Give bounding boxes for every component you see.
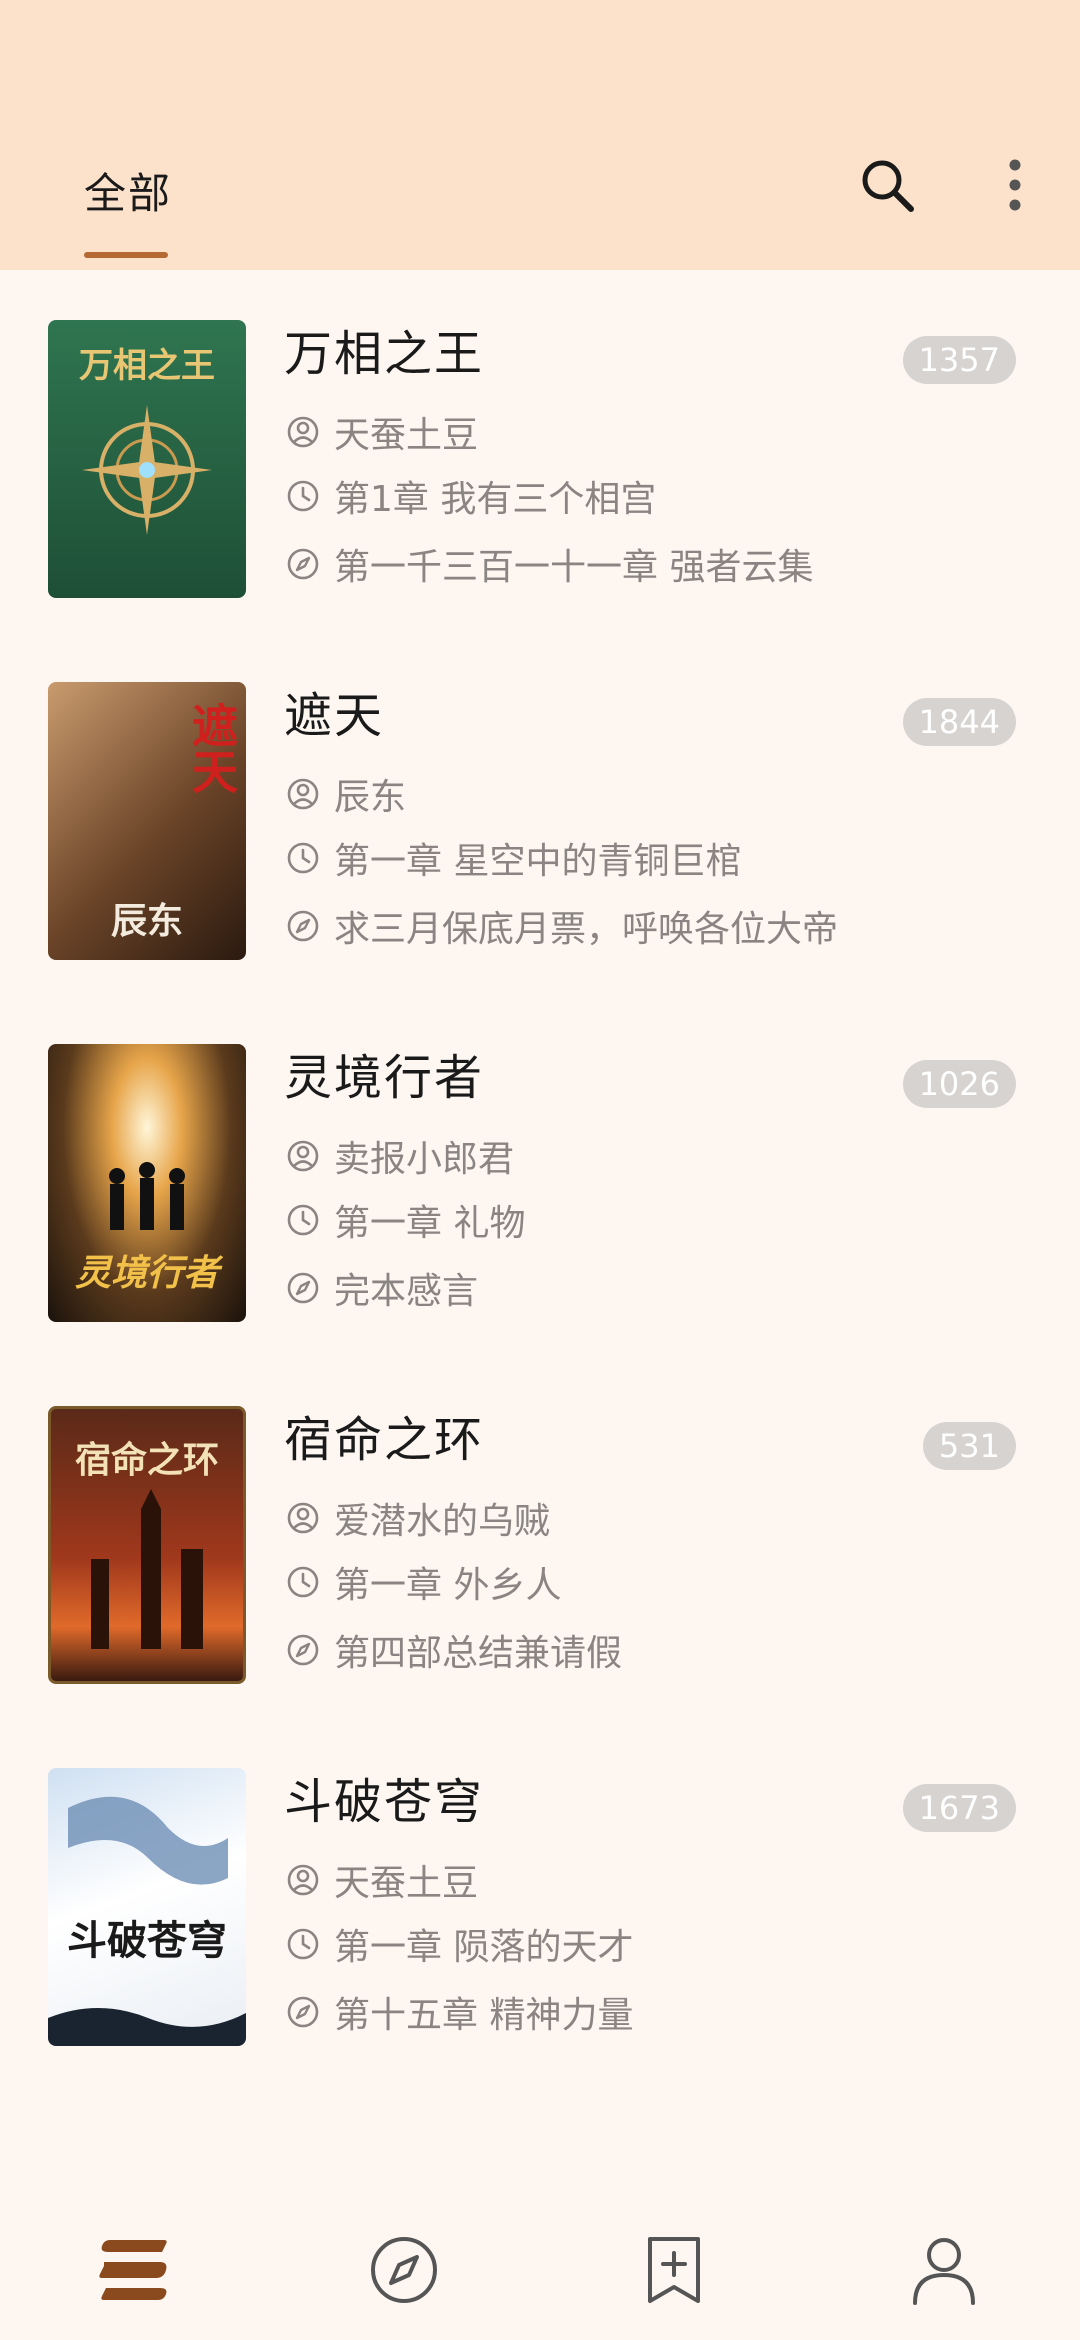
bottom-navigation [0, 2190, 1080, 2340]
latest-chapter: 求三月保底月票，呼唤各位大帝 [286, 900, 838, 952]
author-icon [287, 1140, 319, 1172]
author-name: 辰东 [334, 777, 407, 818]
compass-small-icon [287, 910, 319, 942]
unread-count-badge: 1357 [902, 336, 1016, 384]
latest-chapter-text: 第十五章 精神力量 [334, 1995, 634, 2036]
clock-icon [287, 842, 319, 874]
compass-small-icon [287, 548, 319, 580]
author-icon [287, 1502, 319, 1534]
compass-small-icon [287, 1634, 319, 1666]
tab-all[interactable]: 全部 [84, 160, 172, 221]
nav-bookshelf[interactable] [94, 2230, 174, 2310]
book-item-lingjingxingzhe[interactable]: 灵境行者 灵境行者 1026 卖报小郎君 第一章 礼物 完本感言 [0, 994, 1080, 1354]
bookmark-add-icon [648, 2237, 700, 2303]
last-read-chapter: 第一章 外乡人 [286, 1556, 561, 1608]
author-name: 天蚕土豆 [334, 1863, 479, 1904]
author-name: 天蚕土豆 [334, 415, 479, 456]
book-title: 斗破苍穹 [284, 1774, 485, 1830]
book-cover: 灵境行者 [48, 1044, 246, 1322]
author-icon [287, 778, 319, 810]
latest-chapter: 完本感言 [286, 1262, 478, 1314]
more-button[interactable] [980, 150, 1050, 220]
unread-count-badge: 531 [922, 1422, 1016, 1470]
search-button[interactable] [852, 150, 922, 220]
last-read-chapter-text: 第1章 我有三个相宫 [334, 479, 657, 520]
latest-chapter: 第四部总结兼请假 [286, 1624, 622, 1676]
more-vertical-icon [1009, 159, 1021, 211]
book-item-wanxiangzhiwang[interactable]: 万相之王 万相之王 1357 天蚕土豆 第1章 我有三个相宫 第一千三百一十一章… [0, 270, 1080, 630]
compass-small-icon [287, 1272, 319, 1304]
book-cover: 宿命之环 [48, 1406, 246, 1684]
book-cover: 遮天 辰东 [48, 682, 246, 960]
book-cover: 万相之王 [48, 320, 246, 598]
book-author: 天蚕土豆 [286, 1854, 478, 1906]
book-title: 万相之王 [284, 326, 485, 382]
user-icon [913, 2238, 975, 2305]
nav-bookmarks[interactable] [634, 2230, 714, 2310]
latest-chapter-text: 求三月保底月票，呼唤各位大帝 [334, 909, 839, 950]
book-author: 卖报小郎君 [286, 1130, 514, 1182]
cover-author: 辰东 [110, 900, 183, 942]
latest-chapter-text: 第四部总结兼请假 [334, 1633, 623, 1674]
latest-chapter-text: 第一千三百一十一章 强者云集 [334, 547, 814, 588]
bookshelf-icon [99, 2240, 167, 2300]
latest-chapter-text: 完本感言 [334, 1271, 479, 1312]
last-read-chapter-text: 第一章 陨落的天才 [334, 1927, 634, 1968]
clock-icon [287, 1928, 319, 1960]
nav-profile[interactable] [904, 2230, 984, 2310]
author-name: 爱潜水的乌贼 [334, 1501, 551, 1542]
last-read-chapter-text: 第一章 礼物 [334, 1203, 526, 1244]
book-author: 爱潜水的乌贼 [286, 1492, 550, 1544]
book-title: 遮天 [284, 688, 385, 744]
book-title: 宿命之环 [284, 1412, 485, 1468]
compass-small-icon [287, 1996, 319, 2028]
book-item-sumingzhihuan[interactable]: 宿命之环 宿命之环 531 爱潜水的乌贼 第一章 外乡人 第四部总结兼请假 [0, 1356, 1080, 1716]
unread-count-badge: 1026 [902, 1060, 1016, 1108]
cover-dragon-icon [48, 1796, 246, 2046]
book-title: 灵境行者 [284, 1050, 485, 1106]
unread-count-badge: 1673 [902, 1784, 1016, 1832]
book-cover: 斗破苍穹 [48, 1768, 246, 2046]
clock-icon [287, 1204, 319, 1236]
latest-chapter: 第十五章 精神力量 [286, 1986, 633, 2038]
cover-city-icon [91, 1489, 203, 1649]
nav-discover[interactable] [364, 2230, 444, 2310]
tab-indicator [84, 252, 168, 258]
last-read-chapter-text: 第一章 外乡人 [334, 1565, 562, 1606]
cover-title: 遮天 [185, 702, 239, 794]
last-read-chapter-text: 第一章 星空中的青铜巨棺 [334, 841, 742, 882]
compass-icon [371, 2237, 437, 2303]
clock-icon [287, 480, 319, 512]
cover-title: 灵境行者 [74, 1252, 219, 1294]
top-bar: 全部 [0, 0, 1080, 270]
author-icon [287, 1864, 319, 1896]
last-read-chapter: 第一章 陨落的天才 [286, 1918, 633, 1970]
book-item-doupocangqiong[interactable]: 斗破苍穹 斗破苍穹 1673 天蚕土豆 第一章 陨落的天才 第十五章 精神力量 [0, 1718, 1080, 2078]
last-read-chapter: 第1章 我有三个相宫 [286, 470, 656, 522]
search-icon [862, 160, 914, 212]
clock-icon [287, 1566, 319, 1598]
author-name: 卖报小郎君 [334, 1139, 515, 1180]
last-read-chapter: 第一章 星空中的青铜巨棺 [286, 832, 741, 884]
unread-count-badge: 1844 [902, 698, 1016, 746]
latest-chapter: 第一千三百一十一章 强者云集 [286, 538, 813, 590]
last-read-chapter: 第一章 礼物 [286, 1194, 525, 1246]
cover-emblem-icon [82, 405, 212, 535]
book-item-zhetian[interactable]: 遮天 辰东 遮天 1844 辰东 第一章 星空中的青铜巨棺 求三月保底月票，呼唤… [0, 632, 1080, 992]
author-icon [287, 416, 319, 448]
cover-title: 斗破苍穹 [67, 1917, 227, 1964]
book-author: 辰东 [286, 768, 406, 820]
book-author: 天蚕土豆 [286, 406, 478, 458]
